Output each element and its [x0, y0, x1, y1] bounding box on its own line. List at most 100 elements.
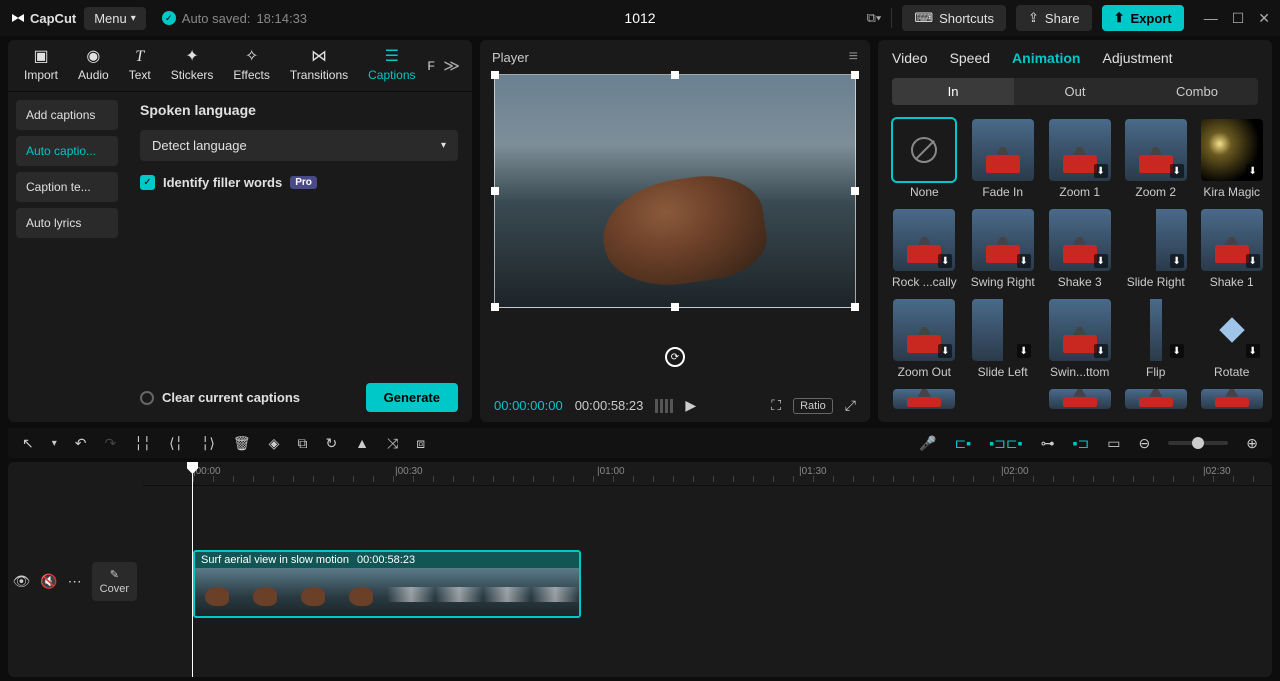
tab-f-truncated[interactable]: F — [426, 55, 437, 77]
shortcuts-button[interactable]: ⌨ Shortcuts — [902, 5, 1006, 31]
cover-button[interactable]: ✎ Cover — [92, 562, 137, 601]
animation-partial[interactable] — [1049, 389, 1111, 409]
play-button[interactable]: ▶ — [685, 397, 696, 414]
tab-animation[interactable]: Animation — [1012, 50, 1080, 66]
animation-partial[interactable] — [1125, 389, 1187, 409]
tab-import[interactable]: ▣Import — [14, 45, 68, 86]
resize-handle[interactable] — [851, 71, 859, 79]
preview-icon[interactable]: ▭ — [1107, 435, 1120, 452]
tab-video[interactable]: Video — [892, 50, 928, 66]
zoom-knob[interactable] — [1192, 437, 1204, 449]
cursor-tool[interactable]: ↖ — [22, 435, 34, 452]
animation-swingr[interactable]: ⬇Swing Right — [971, 209, 1035, 289]
tab-speed[interactable]: Speed — [950, 50, 990, 66]
sidebar-item-add-captions[interactable]: Add captions — [16, 100, 118, 130]
subtab-out[interactable]: Out — [1014, 78, 1136, 105]
resize-handle[interactable] — [491, 187, 499, 195]
resize-handle[interactable] — [851, 187, 859, 195]
link-icon[interactable]: ⊶ — [1041, 435, 1055, 452]
zoom-in-icon[interactable]: ⊕ — [1246, 435, 1258, 452]
animation-flip[interactable]: ⬇Flip — [1125, 299, 1187, 379]
animation-rotate[interactable]: ⬇Rotate — [1201, 299, 1263, 379]
animation-zoom1[interactable]: ⬇Zoom 1 — [1049, 119, 1111, 199]
animation-partial[interactable] — [971, 389, 1035, 409]
undo-button[interactable]: ↶ — [75, 435, 87, 452]
menu-button[interactable]: Menu ▾ — [84, 7, 146, 30]
tabs-overflow-button[interactable]: ≫ — [437, 50, 466, 82]
tab-text[interactable]: TText — [119, 45, 161, 86]
tab-audio[interactable]: ◉Audio — [68, 45, 119, 86]
tab-adjustment[interactable]: Adjustment — [1103, 50, 1173, 66]
ratio-button[interactable]: Ratio — [793, 398, 833, 414]
subtab-combo[interactable]: Combo — [1136, 78, 1258, 105]
shuffle-tool[interactable]: ⤨ — [387, 435, 398, 452]
animation-partial[interactable] — [1201, 389, 1263, 409]
animation-fadein[interactable]: Fade In — [971, 119, 1035, 199]
timeline-ruler[interactable]: |00:00|00:30|01:00|01:30|02:00|02:30 — [143, 462, 1272, 486]
animation-zoomout[interactable]: ⬇Zoom Out — [892, 299, 957, 379]
share-button[interactable]: ⇪ Share — [1016, 5, 1092, 31]
fullscreen-icon[interactable]: ⤢ — [845, 397, 856, 414]
animation-slider[interactable]: ⬇Slide Right — [1125, 209, 1187, 289]
magnet-center-icon[interactable]: ▪⊐⊏▪ — [989, 435, 1022, 452]
animation-partial[interactable] — [892, 389, 957, 409]
player-menu-icon[interactable]: ≡ — [849, 48, 858, 66]
video-frame[interactable] — [494, 74, 856, 308]
split-tool[interactable]: ╎╎ — [134, 435, 151, 452]
animation-kira[interactable]: ⬇Kira Magic — [1201, 119, 1263, 199]
maximize-button[interactable]: ☐ — [1232, 10, 1245, 27]
resize-handle[interactable] — [671, 71, 679, 79]
animation-zoom2[interactable]: ⬇Zoom 2 — [1125, 119, 1187, 199]
marker-tool[interactable]: ◈ — [269, 435, 280, 452]
identify-filler-words-row[interactable]: ✓ Identify filler words Pro — [140, 175, 458, 190]
redo-button[interactable]: ↷ — [105, 435, 117, 452]
resize-handle[interactable] — [671, 303, 679, 311]
close-button[interactable]: ✕ — [1258, 10, 1270, 27]
minimize-button[interactable]: — — [1204, 10, 1218, 27]
tab-stickers[interactable]: ✦Stickers — [161, 45, 224, 86]
animation-shake3[interactable]: ⬇Shake 3 — [1049, 209, 1111, 289]
tab-captions[interactable]: ☰Captions — [358, 45, 425, 86]
export-button[interactable]: ⬆ Export — [1102, 5, 1184, 31]
clear-captions-row[interactable]: Clear current captions — [140, 390, 300, 405]
tab-effects[interactable]: ✧Effects — [223, 45, 279, 86]
video-clip[interactable]: Surf aerial view in slow motion 00:00:58… — [193, 550, 581, 618]
cursor-dropdown[interactable]: ▾ — [52, 438, 57, 449]
animation-none[interactable]: None — [892, 119, 957, 199]
delete-tool[interactable]: 🗑 — [233, 435, 251, 452]
animation-shake1[interactable]: ⬇Shake 1 — [1201, 209, 1263, 289]
resize-handle[interactable] — [491, 303, 499, 311]
sidebar-item-caption-templates[interactable]: Caption te... — [16, 172, 118, 202]
player-viewport[interactable]: ⟳ — [494, 74, 856, 389]
refresh-overlay-icon[interactable]: ⟳ — [665, 347, 685, 367]
sidebar-item-auto-captions[interactable]: Auto captio... — [16, 136, 118, 166]
zoom-slider[interactable] — [1168, 441, 1228, 445]
mic-icon[interactable]: 🎤 — [919, 435, 936, 452]
rotate-tool[interactable]: ↻ — [325, 435, 337, 452]
tab-transitions[interactable]: ⋈Transitions — [280, 45, 358, 86]
radio-icon[interactable] — [140, 391, 154, 405]
zoom-out-icon[interactable]: ⊖ — [1139, 435, 1151, 452]
scan-icon[interactable]: ⛶ — [771, 397, 781, 414]
more-icon[interactable]: ⋯ — [68, 573, 82, 590]
split-left-tool[interactable]: ⟨╎ — [169, 435, 183, 452]
layout-icon[interactable]: ⧉▾ — [867, 10, 882, 26]
tracks-area[interactable]: Surf aerial view in slow motion 00:00:58… — [143, 486, 1272, 677]
resize-handle[interactable] — [851, 303, 859, 311]
mute-icon[interactable]: 🔇 — [40, 573, 57, 590]
subtab-in[interactable]: In — [892, 78, 1014, 105]
eye-icon[interactable]: 👁 — [12, 573, 30, 590]
resize-handle[interactable] — [491, 71, 499, 79]
mirror-tool[interactable]: ▲ — [355, 435, 369, 451]
generate-button[interactable]: Generate — [366, 383, 458, 412]
language-select[interactable]: Detect language ▾ — [140, 130, 458, 161]
animation-slidel[interactable]: ⬇Slide Left — [971, 299, 1035, 379]
crop-tool[interactable]: ⧈ — [416, 435, 425, 452]
sidebar-item-auto-lyrics[interactable]: Auto lyrics — [16, 208, 118, 238]
copy-tool[interactable]: ⧉ — [297, 435, 307, 452]
magnet-left-icon[interactable]: ⊏▪ — [955, 435, 972, 452]
playhead[interactable] — [192, 462, 193, 677]
animation-swinttom[interactable]: ⬇Swin...ttom — [1049, 299, 1111, 379]
animation-rock[interactable]: ⬇Rock ...cally — [892, 209, 957, 289]
snap-icon[interactable]: ▪⊐ — [1073, 435, 1090, 452]
